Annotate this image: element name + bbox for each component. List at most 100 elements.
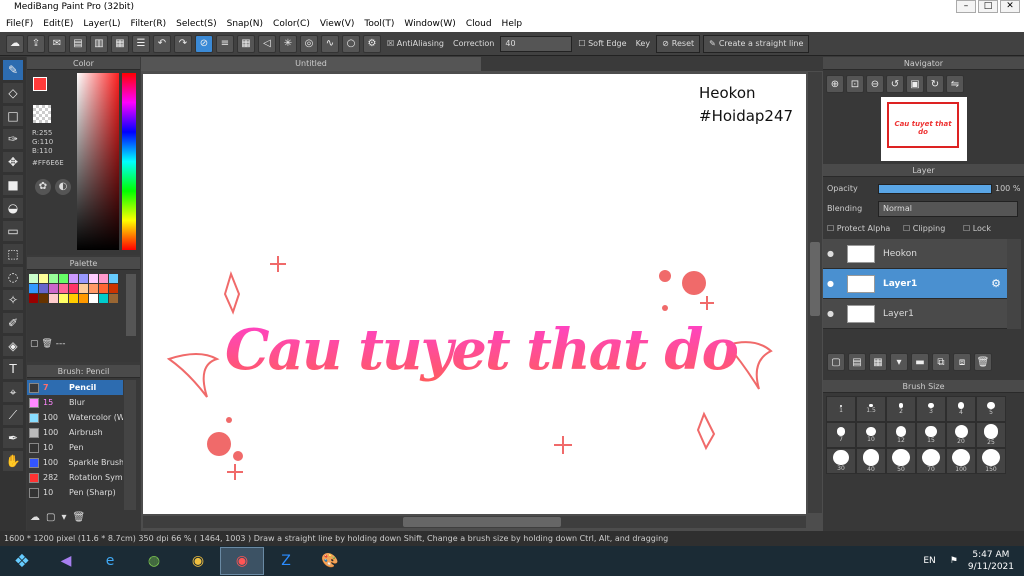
- brush-size-cell[interactable]: 1: [826, 396, 856, 422]
- redo-icon[interactable]: ↷: [174, 34, 192, 53]
- brush-size-cell[interactable]: 1.5: [856, 396, 886, 422]
- fill-shape-icon[interactable]: ■: [3, 175, 23, 195]
- move-tool-icon[interactable]: ✥: [3, 152, 23, 172]
- palette-swatch[interactable]: [49, 274, 58, 283]
- bucket-tool-icon[interactable]: ◒: [3, 198, 23, 218]
- navigator-thumbnail[interactable]: Cau tuyet that do: [881, 97, 967, 161]
- grid-icon[interactable]: ▦: [111, 34, 129, 53]
- zoom-out-icon[interactable]: ⊖: [866, 75, 884, 93]
- actual-size-icon[interactable]: ▣: [906, 75, 924, 93]
- soft-edge-checkbox[interactable]: ☐ Soft Edge: [575, 39, 629, 48]
- palette-swatch[interactable]: [99, 284, 108, 293]
- palette-swatch[interactable]: [69, 294, 78, 303]
- menu-view[interactable]: View(V): [320, 19, 355, 29]
- eraser-tool-icon[interactable]: ◇: [3, 83, 23, 103]
- visibility-icon[interactable]: ●: [827, 309, 839, 318]
- menu-help[interactable]: Help: [502, 19, 523, 29]
- palette-swatch[interactable]: [99, 274, 108, 283]
- merge-down-icon[interactable]: ⧈: [953, 353, 971, 371]
- brush-size-cell[interactable]: 3: [916, 396, 946, 422]
- new-halftone-icon[interactable]: ▤: [848, 353, 866, 371]
- palette-swatch[interactable]: [59, 284, 68, 293]
- correction-select[interactable]: 40: [500, 35, 573, 52]
- brush-size-cell[interactable]: 2: [886, 396, 916, 422]
- rotate-left-icon[interactable]: ↺: [886, 75, 904, 93]
- canvas-tab[interactable]: Untitled: [141, 57, 481, 71]
- vanish-snap-icon[interactable]: ◁: [258, 34, 276, 53]
- zoom-fit-icon[interactable]: ⊡: [846, 75, 864, 93]
- parallel-snap-icon[interactable]: ≡: [216, 34, 234, 53]
- operation-tool-icon[interactable]: ⌖: [3, 382, 23, 402]
- brush-size-cell[interactable]: 70: [916, 448, 946, 474]
- saturation-brightness-picker[interactable]: [77, 73, 119, 250]
- folder-icon[interactable]: ▬: [911, 353, 929, 371]
- color-picker-icon[interactable]: ◐: [55, 179, 71, 195]
- canvas[interactable]: Heokon #Hoidap247 Cau tuyet that do: [143, 74, 806, 514]
- brush-item[interactable]: 100 Watercolor (W: [27, 410, 123, 425]
- rotate-right-icon[interactable]: ↻: [926, 75, 944, 93]
- primary-color-swatch[interactable]: [33, 77, 47, 91]
- menu-color[interactable]: Color(C): [273, 19, 310, 29]
- palette-swatch[interactable]: [79, 274, 88, 283]
- duplicate-icon[interactable]: ⧉: [932, 353, 950, 371]
- palette-swatch[interactable]: [29, 284, 38, 293]
- palette-swatch[interactable]: [39, 274, 48, 283]
- select-eraser-icon[interactable]: ◈: [3, 336, 23, 356]
- brush-item[interactable]: 15 Blur: [27, 395, 123, 410]
- radial-snap-icon[interactable]: ✳: [279, 34, 297, 53]
- brush-item[interactable]: 7 Pencil: [27, 380, 123, 395]
- dot-tool-icon[interactable]: ✑: [3, 129, 23, 149]
- new-8bit-icon[interactable]: ▦: [869, 353, 887, 371]
- new-brush-icon[interactable]: ▢: [46, 512, 55, 523]
- lock-checkbox[interactable]: ☐ Lock: [963, 224, 991, 233]
- palette-swatch[interactable]: [109, 294, 118, 303]
- brush-size-cell[interactable]: 25: [976, 422, 1006, 448]
- layer-scrollbar[interactable]: [1007, 239, 1021, 329]
- vertical-scrollbar[interactable]: [808, 72, 822, 513]
- palette-swatch[interactable]: [39, 284, 48, 293]
- utility-icon[interactable]: ◍: [132, 547, 176, 575]
- delete-brush-icon[interactable]: 🗑: [72, 512, 85, 523]
- snap-off-icon[interactable]: ⊘: [195, 34, 213, 53]
- start-icon[interactable]: ❖: [0, 547, 44, 575]
- color-wheel-icon[interactable]: ✿: [35, 179, 51, 195]
- visibility-icon[interactable]: ●: [827, 279, 839, 288]
- palette-swatch[interactable]: [59, 274, 68, 283]
- menu-tool[interactable]: Tool(T): [364, 19, 394, 29]
- visibility-icon[interactable]: ●: [827, 249, 839, 258]
- new-layer-icon[interactable]: ▢: [827, 353, 845, 371]
- flag-icon[interactable]: ⚑: [950, 556, 958, 566]
- paint-icon[interactable]: 🎨: [308, 547, 352, 575]
- brush-size-cell[interactable]: 40: [856, 448, 886, 474]
- new-palette-icon[interactable]: ▢: [30, 339, 39, 349]
- zoom-in-icon[interactable]: ⊕: [826, 75, 844, 93]
- menu-file[interactable]: File(F): [6, 19, 33, 29]
- palette-swatch[interactable]: [89, 284, 98, 293]
- chrome-icon[interactable]: ◉: [176, 547, 220, 575]
- protect-alpha-checkbox[interactable]: ☐ Protect Alpha: [827, 224, 890, 233]
- chat-icon[interactable]: ✉: [48, 34, 66, 53]
- blending-select[interactable]: Normal: [878, 201, 1018, 217]
- flip-icon[interactable]: ⇋: [946, 75, 964, 93]
- brush-size-cell[interactable]: 50: [886, 448, 916, 474]
- menu-select[interactable]: Select(S): [176, 19, 217, 29]
- reset-button[interactable]: ⊘ Reset: [656, 34, 701, 53]
- hand-tool-icon[interactable]: ✋: [3, 451, 23, 471]
- brush-size-cell[interactable]: 12: [886, 422, 916, 448]
- minimize-button[interactable]: –: [956, 0, 976, 13]
- gradient-tool-icon[interactable]: ▭: [3, 221, 23, 241]
- palette-swatch[interactable]: [99, 294, 108, 303]
- menu-edit[interactable]: Edit(E): [43, 19, 73, 29]
- ellipse-snap-icon[interactable]: ○: [342, 34, 360, 53]
- palette-swatch[interactable]: [49, 294, 58, 303]
- pen-tool-icon[interactable]: ✒: [3, 428, 23, 448]
- delete-layer-icon[interactable]: 🗑: [974, 353, 992, 371]
- brush-item[interactable]: 100 Airbrush: [27, 425, 123, 440]
- antialiasing-checkbox[interactable]: ☒ AntiAliasing: [384, 39, 447, 48]
- settings-icon[interactable]: ⚙: [363, 34, 381, 53]
- brush-size-cell[interactable]: 7: [826, 422, 856, 448]
- brush-size-cell[interactable]: 4: [946, 396, 976, 422]
- zalo-icon[interactable]: Z: [264, 547, 308, 575]
- menu-layer[interactable]: Layer(L): [83, 19, 120, 29]
- rectangle-tool-icon[interactable]: □: [3, 106, 23, 126]
